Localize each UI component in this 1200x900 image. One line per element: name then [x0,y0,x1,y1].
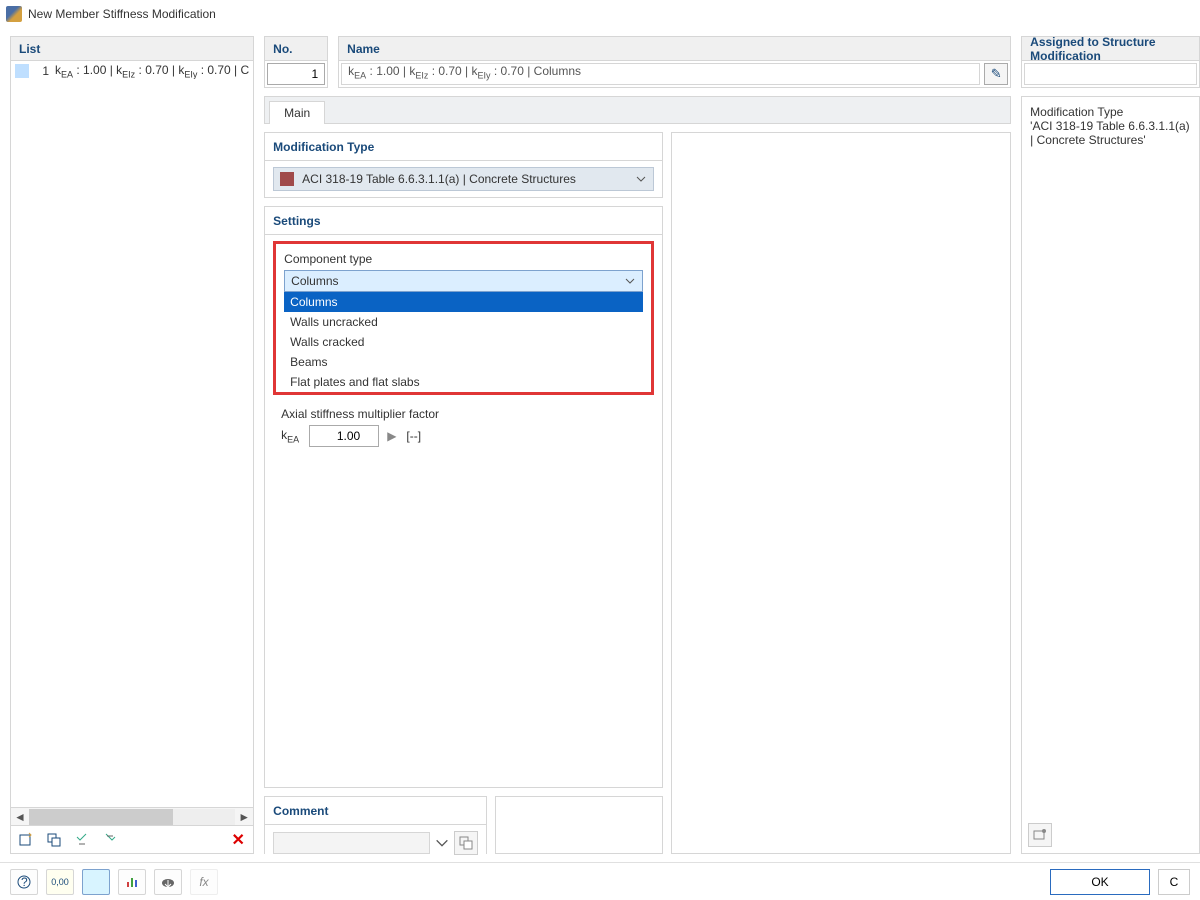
function-button[interactable]: fx [190,869,218,895]
modification-type-group: Modification Type ACI 318-19 Table 6.6.3… [264,132,663,198]
number-input[interactable] [267,63,325,85]
chevron-down-icon[interactable] [434,835,450,851]
list-item-number: 1 [35,64,49,78]
apply-arrow-icon[interactable]: ▶ [387,429,396,443]
ok-button[interactable]: OK [1050,869,1150,895]
scroll-left-button[interactable]: ◄ [11,809,29,825]
tab-main[interactable]: Main [269,101,325,124]
scroll-right-button[interactable]: ► [235,809,253,825]
name-field: Name kEA : 1.00 | kEIz : 0.70 | kEIy : 0… [338,36,1011,88]
axial-unit: [--] [406,429,421,443]
new-item-button[interactable] [15,829,37,851]
tab-strip: Main [264,96,1011,124]
name-header: Name [339,37,1010,61]
cancel-button[interactable]: C [1158,869,1190,895]
list-header: List [11,37,253,61]
modification-type-swatch [280,172,294,186]
settings-header: Settings [265,207,662,235]
list-item[interactable]: 1 kEA : 1.00 | kEIz : 0.70 | kEIy : 0.70… [11,61,253,81]
check-down-button[interactable] [71,829,93,851]
chevron-down-icon [635,173,647,185]
name-input[interactable]: kEA : 1.00 | kEIz : 0.70 | kEIy : 0.70 |… [341,63,980,85]
chart-button[interactable] [118,869,146,895]
info-type-value: 'ACI 318-19 Table 6.6.3.1.1(a) | Concret… [1030,119,1191,147]
comment-library-button[interactable] [454,831,478,855]
cloud-button[interactable] [154,869,182,895]
list-item-color-swatch [15,64,29,78]
info-panel: Modification Type 'ACI 318-19 Table 6.6.… [1021,96,1200,854]
list-item-text: kEA : 1.00 | kEIz : 0.70 | kEIy : 0.70 |… [55,63,249,79]
comment-aux-panel [495,796,663,854]
list-body[interactable]: 1 kEA : 1.00 | kEIz : 0.70 | kEIy : 0.70… [11,61,253,807]
chevron-down-icon [624,275,636,287]
color-button[interactable] [82,869,110,895]
settings-group: Settings Component type Columns Columns … [264,206,663,788]
modification-type-select[interactable]: ACI 318-19 Table 6.6.3.1.1(a) | Concrete… [273,167,654,191]
scroll-thumb[interactable] [29,809,173,825]
help-button[interactable]: ? [10,869,38,895]
svg-text:?: ? [21,875,28,889]
modification-type-value: ACI 318-19 Table 6.6.3.1.1(a) | Concrete… [302,172,627,186]
edit-name-button[interactable]: ✎ [984,63,1008,85]
option-walls-uncracked[interactable]: Walls uncracked [284,312,643,332]
option-flat-plates[interactable]: Flat plates and flat slabs [284,372,643,392]
titlebar: New Member Stiffness Modification [0,0,1200,28]
window-title: New Member Stiffness Modification [28,7,216,21]
axial-symbol: kEA [281,428,299,444]
axial-label: Axial stiffness multiplier factor [281,407,646,421]
comment-header: Comment [265,797,486,825]
preview-panel [671,132,1011,854]
app-icon [6,6,22,22]
delete-button[interactable]: ✕ [227,829,249,851]
list-toolbar: ✕ [11,825,253,853]
component-type-dropdown: Columns Walls uncracked Walls cracked Be… [284,292,643,392]
horizontal-scrollbar[interactable]: ◄ ► [11,807,253,825]
option-columns[interactable]: Columns [284,292,643,312]
settings-highlight-box: Component type Columns Columns Walls unc… [273,241,654,395]
units-button[interactable]: 0,00 [46,869,74,895]
number-header: No. [265,37,327,61]
option-beams[interactable]: Beams [284,352,643,372]
info-action-button[interactable] [1028,823,1052,847]
assigned-field: Assigned to Structure Modification [1021,36,1200,88]
component-type-selected-value: Columns [291,274,338,288]
component-type-label: Component type [284,252,643,266]
dialog-footer: ? 0,00 fx OK C [0,862,1200,900]
comment-group: Comment [264,796,487,854]
axial-value-input[interactable] [309,425,379,447]
list-panel: List 1 kEA : 1.00 | kEIz : 0.70 | kEIy :… [10,36,254,854]
duplicate-item-button[interactable] [43,829,65,851]
check-up-button[interactable] [99,829,121,851]
modification-type-header: Modification Type [265,133,662,161]
info-type-label: Modification Type [1030,105,1191,119]
assigned-input[interactable] [1024,63,1197,85]
comment-input[interactable] [273,832,430,854]
component-type-select[interactable]: Columns [284,270,643,292]
number-field: No. [264,36,328,88]
option-walls-cracked[interactable]: Walls cracked [284,332,643,352]
assigned-header: Assigned to Structure Modification [1022,37,1199,61]
